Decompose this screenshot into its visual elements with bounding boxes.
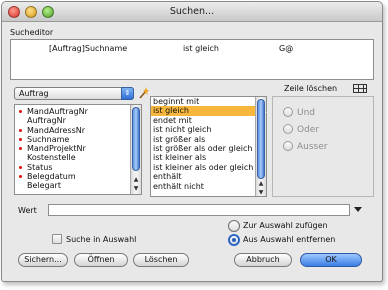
remove-from-selection-label: Aus Auswahl entfernen bbox=[243, 235, 336, 244]
operator-list-item[interactable]: ist kleiner als bbox=[151, 153, 266, 162]
table-icon[interactable] bbox=[353, 84, 367, 93]
operator-list-item[interactable]: beginnt mit bbox=[151, 97, 266, 106]
wand-icon[interactable] bbox=[139, 87, 149, 99]
criterion-operator[interactable]: ist gleich bbox=[183, 44, 219, 53]
add-to-selection-label: Zur Auswahl zufügen bbox=[243, 221, 328, 230]
required-marker-icon bbox=[19, 147, 22, 151]
operator-list-scrollbar[interactable]: ▲ ▼ bbox=[255, 97, 266, 196]
cancel-button[interactable]: Abbruch bbox=[234, 253, 292, 267]
save-button[interactable]: Sichern... bbox=[18, 253, 68, 267]
required-marker-icon bbox=[19, 137, 22, 141]
field-list-item-label: Belegart bbox=[27, 181, 61, 191]
conjunction-group: Und Oder Ausser bbox=[272, 96, 374, 197]
field-list-item[interactable]: Kostenstelle bbox=[15, 153, 141, 162]
operator-list-item[interactable]: endet mit bbox=[151, 116, 266, 125]
delete-button[interactable]: Löschen bbox=[133, 253, 189, 267]
field-list-item-label: Kostenstelle bbox=[27, 153, 76, 163]
table-popup[interactable]: Auftrag ⇕ bbox=[14, 87, 134, 100]
field-list-item-label: Belegdatum bbox=[27, 172, 76, 182]
field-list-item-label: Status bbox=[27, 162, 53, 172]
wert-input[interactable] bbox=[48, 204, 350, 216]
operator-list-item[interactable]: enthält bbox=[151, 172, 266, 181]
operator-list-scroll-thumb[interactable] bbox=[257, 99, 265, 179]
window-title: Suchen... bbox=[169, 6, 215, 17]
delete-row-label[interactable]: Zeile löschen bbox=[284, 84, 337, 93]
search-in-selection-label: Suche in Auswahl bbox=[66, 235, 137, 244]
field-list-item-label: AuftragNr bbox=[27, 116, 66, 126]
field-list-scroll-thumb[interactable] bbox=[132, 107, 140, 171]
required-marker-icon bbox=[19, 128, 22, 132]
ausser-radio[interactable] bbox=[283, 141, 293, 151]
field-list-item[interactable]: MandProjektNr bbox=[15, 144, 141, 153]
ok-button[interactable]: OK bbox=[300, 253, 362, 267]
oder-label: Oder bbox=[297, 125, 320, 135]
und-label: Und bbox=[297, 108, 316, 118]
operator-list-item[interactable]: ist gleich bbox=[151, 106, 266, 116]
field-list-item[interactable]: Belegart bbox=[15, 181, 141, 190]
wert-label: Wert bbox=[18, 206, 37, 215]
operator-list-item[interactable]: ist kleiner als oder gleich bbox=[151, 163, 266, 172]
field-list-item[interactable]: MandAdressNr bbox=[15, 126, 141, 135]
und-radio[interactable] bbox=[283, 107, 293, 117]
search-dialog: Suchen... Sucheditor [Auftrag]Suchname i… bbox=[1, 1, 383, 282]
field-list-item[interactable]: Status bbox=[15, 163, 141, 172]
scroll-up-arrow-icon[interactable]: ▲ bbox=[132, 176, 140, 184]
chevron-updown-icon[interactable]: ⇕ bbox=[121, 87, 134, 100]
required-marker-icon bbox=[19, 165, 22, 169]
field-list-item-label: MandProjektNr bbox=[27, 144, 86, 154]
triangle-down-icon[interactable] bbox=[354, 207, 362, 212]
field-list-item-label: MandAuftragNr bbox=[27, 107, 88, 116]
divider bbox=[266, 112, 267, 113]
field-list-item[interactable]: MandAuftragNr bbox=[15, 107, 141, 116]
ausser-label: Ausser bbox=[297, 142, 328, 152]
operator-list-item[interactable]: ist größer als oder gleich bbox=[151, 144, 266, 153]
title-bar[interactable]: Suchen... bbox=[2, 2, 382, 22]
field-list-item[interactable]: AuftragNr bbox=[15, 116, 141, 125]
open-button[interactable]: Öffnen bbox=[74, 253, 128, 267]
remove-from-selection-radio[interactable] bbox=[228, 234, 240, 246]
criterion-value[interactable]: G@ bbox=[279, 44, 293, 53]
search-editor-label: Sucheditor bbox=[10, 28, 54, 37]
search-in-selection-checkbox[interactable] bbox=[52, 234, 62, 244]
criterion-field[interactable]: [Auftrag]Suchname bbox=[49, 44, 127, 53]
operator-list-item[interactable]: enthält nicht bbox=[151, 182, 266, 191]
oder-radio[interactable] bbox=[283, 124, 293, 134]
required-marker-icon bbox=[19, 110, 22, 113]
field-list[interactable]: MandAuftragNr AuftragNr MandAdressNr Suchna… bbox=[14, 104, 142, 195]
operator-list-item[interactable]: ist größer als bbox=[151, 135, 266, 144]
search-editor[interactable]: [Auftrag]Suchname ist gleich G@ bbox=[10, 39, 374, 80]
field-list-item[interactable]: Suchname bbox=[15, 135, 141, 144]
operator-list-item[interactable]: ist nicht gleich bbox=[151, 125, 266, 134]
scroll-up-arrow-icon[interactable]: ▲ bbox=[257, 180, 265, 188]
field-list-item-label: Suchname bbox=[27, 134, 70, 144]
operator-list[interactable]: beginnt mit ist gleich endet mit ist nicht … bbox=[150, 96, 267, 197]
add-to-selection-radio[interactable] bbox=[228, 220, 240, 232]
required-marker-icon bbox=[19, 175, 22, 179]
table-popup-value: Auftrag bbox=[19, 89, 49, 98]
scroll-down-arrow-icon[interactable]: ▼ bbox=[132, 185, 140, 193]
scroll-down-arrow-icon[interactable]: ▼ bbox=[257, 189, 265, 196]
field-list-scrollbar[interactable]: ▲ ▼ bbox=[130, 105, 141, 194]
field-list-item[interactable]: Belegdatum bbox=[15, 172, 141, 181]
field-list-item-label: MandAdressNr bbox=[27, 125, 86, 135]
